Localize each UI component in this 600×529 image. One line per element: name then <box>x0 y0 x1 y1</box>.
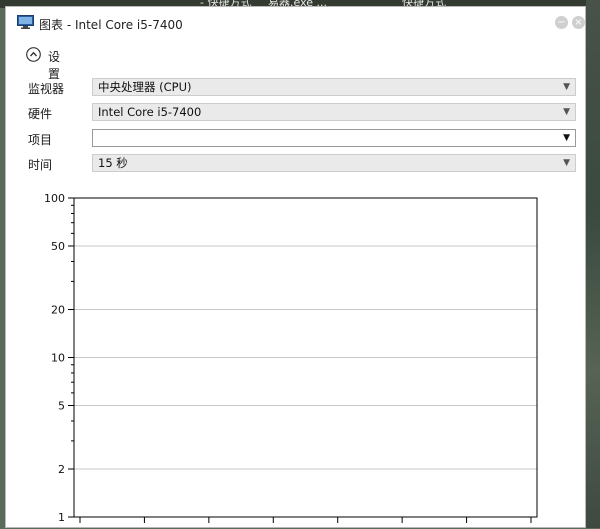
y-tick-label: 100 <box>44 192 65 205</box>
y-tick-label: 2 <box>58 463 65 476</box>
y-tick-label: 50 <box>51 240 65 253</box>
y-tick-label: 1 <box>58 511 65 524</box>
y-tick-label: 10 <box>51 352 65 365</box>
desktop-background <box>586 0 600 528</box>
chart-window: 图表 - Intel Core i5-7400 − × 设置 监视器 中央处理器… <box>5 6 586 528</box>
y-tick-label: 5 <box>58 400 65 413</box>
cpu-chart: 1 2 5 10 20 50 100 <box>44 192 538 524</box>
y-tick-label: 20 <box>51 303 65 316</box>
